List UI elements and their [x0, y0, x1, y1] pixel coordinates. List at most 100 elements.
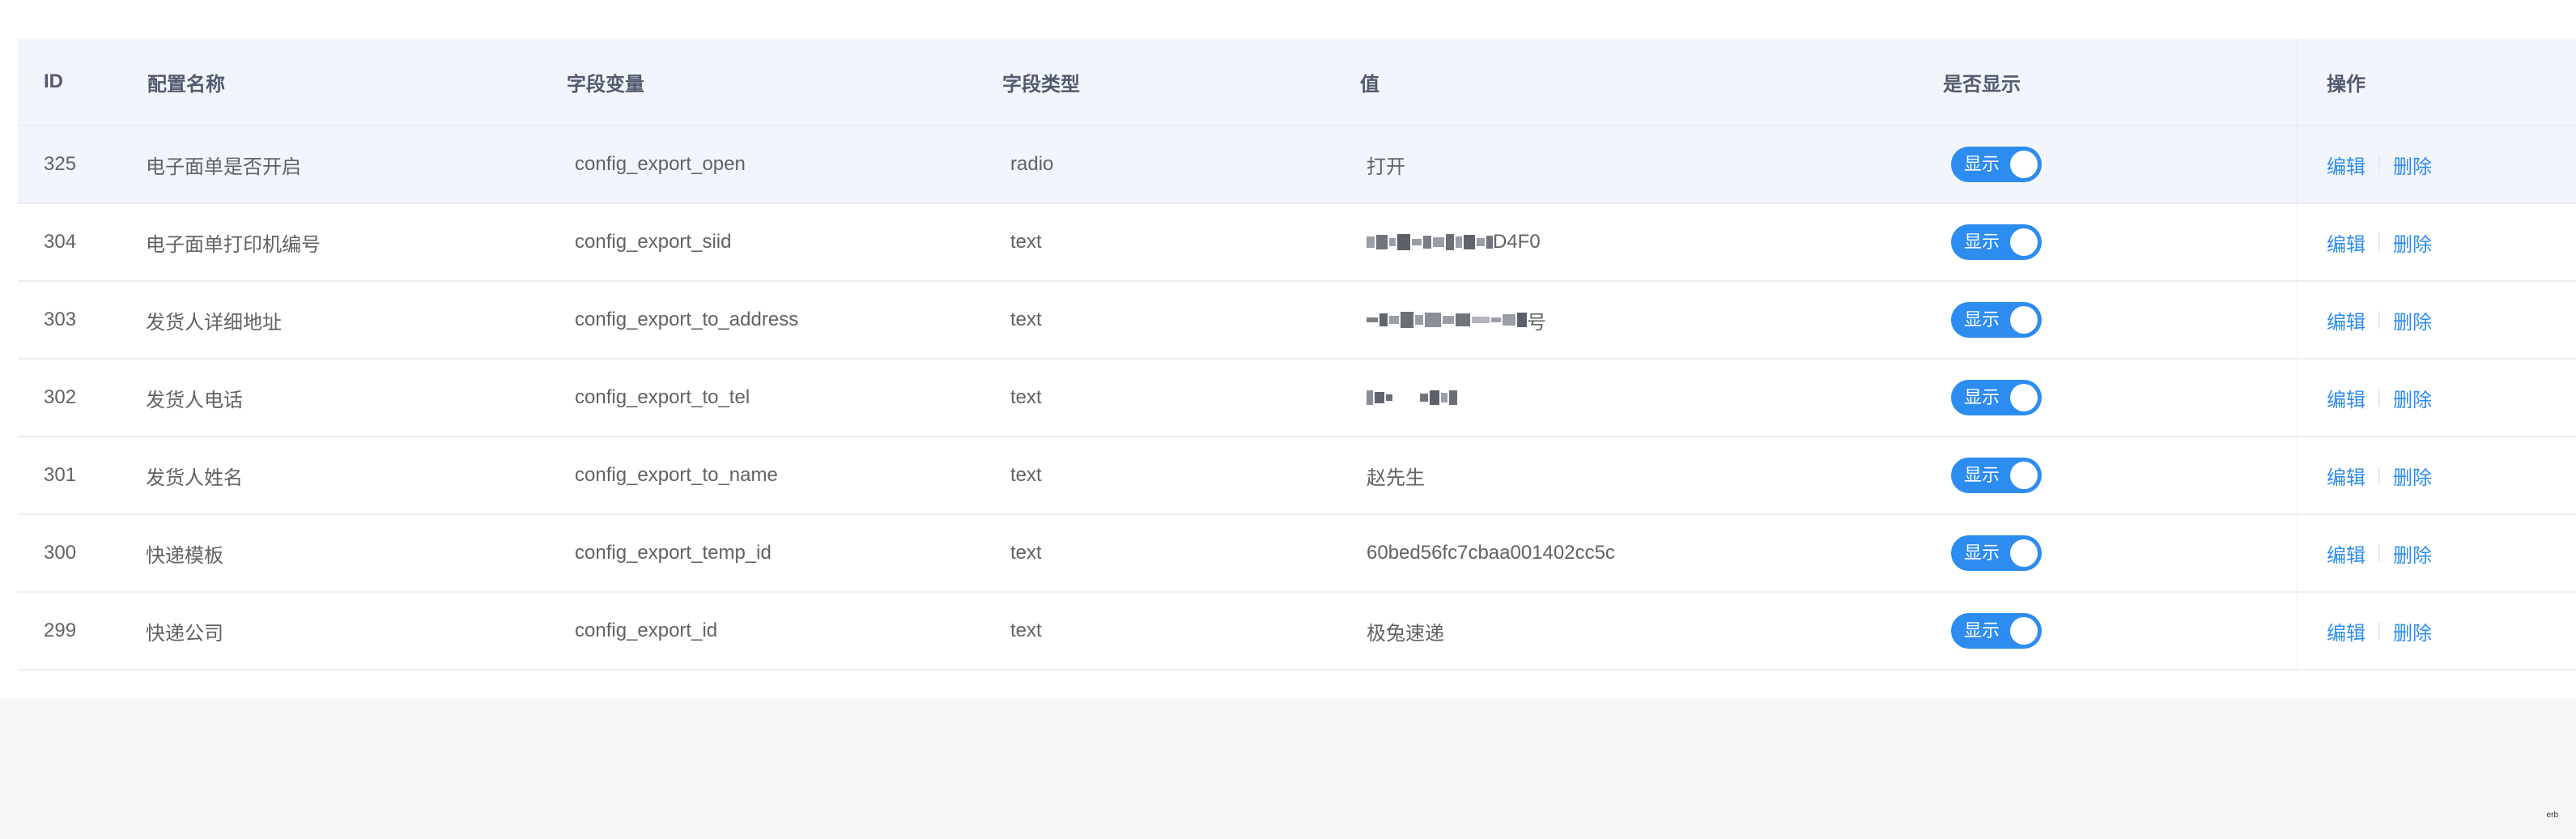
row-id: 302: [44, 386, 77, 408]
delete-link[interactable]: 删除: [2393, 539, 2432, 568]
action-divider: [2378, 389, 2380, 407]
row-field-type: text: [1010, 309, 1042, 330]
display-toggle-label: 显示: [1964, 387, 2000, 407]
display-toggle[interactable]: 显示: [1951, 535, 2042, 571]
row-config-name: 电子面单是否开启: [146, 155, 301, 178]
row-value-visible-suffix: D4F0: [1493, 231, 1541, 253]
row-actions: 编辑 删除: [2327, 126, 2432, 202]
display-toggle[interactable]: 显示: [1951, 613, 2042, 649]
header-display[interactable]: 是否显示: [1943, 39, 2021, 125]
delete-link[interactable]: 删除: [2393, 228, 2432, 257]
row-display-cell: 显示: [1951, 204, 2042, 280]
display-toggle[interactable]: 显示: [1951, 458, 2042, 493]
redacted-pixels: [1367, 232, 1493, 252]
delete-link[interactable]: 删除: [2393, 151, 2432, 179]
fixed-column-divider: [2296, 204, 2299, 280]
row-actions: 编辑 删除: [2327, 515, 2432, 591]
row-value: 极兔速递: [1367, 622, 1444, 645]
fixed-column-divider: [2296, 360, 2299, 436]
row-field-variable: config_export_siid: [575, 231, 732, 253]
fixed-column-divider: [2296, 593, 2299, 669]
row-value: 赵先生: [1367, 466, 1425, 489]
row-display-cell: 显示: [1951, 126, 2042, 202]
row-field-variable: config_export_temp_id: [575, 542, 772, 564]
toggle-knob: [2010, 617, 2038, 645]
fixed-column-divider: [2296, 515, 2299, 591]
header-actions: 操作: [2327, 73, 2366, 96]
row-field-type: text: [1010, 386, 1042, 408]
toggle-knob: [2010, 228, 2038, 256]
header-id[interactable]: ID: [44, 39, 63, 125]
edit-link[interactable]: 编辑: [2327, 462, 2366, 490]
edit-link[interactable]: 编辑: [2327, 228, 2366, 257]
row-field-variable: config_export_open: [575, 153, 746, 175]
header-field-variable[interactable]: 字段变量: [567, 39, 644, 125]
row-id: 301: [44, 464, 77, 486]
header-value[interactable]: 值: [1360, 39, 1379, 125]
row-config-name: 快递公司: [146, 622, 223, 645]
display-toggle[interactable]: 显示: [1951, 147, 2042, 182]
display-toggle-label: 显示: [1964, 620, 2000, 641]
table-row[interactable]: 325 电子面单是否开启 config_export_open radio 打开…: [18, 126, 2576, 204]
row-value: [1367, 360, 1457, 436]
row-actions: 编辑 删除: [2327, 204, 2432, 280]
display-toggle[interactable]: 显示: [1951, 380, 2042, 415]
edit-link[interactable]: 编辑: [2327, 539, 2366, 568]
action-divider: [2378, 311, 2380, 329]
row-display-cell: 显示: [1951, 360, 2042, 436]
display-toggle[interactable]: 显示: [1951, 224, 2042, 260]
edit-link[interactable]: 编辑: [2327, 617, 2366, 645]
row-field-variable: config_export_id: [575, 620, 718, 641]
row-value: D4F0: [1367, 204, 1541, 280]
row-config-name: 电子面单打印机编号: [146, 233, 321, 256]
row-field-type: text: [1010, 620, 1042, 641]
row-display-cell: 显示: [1951, 593, 2042, 669]
row-value: 号: [1367, 282, 1546, 358]
action-divider: [2378, 155, 2380, 173]
table-row[interactable]: 302 发货人电话 config_export_to_tel text 显示 编…: [18, 360, 2576, 437]
row-field-type: text: [1010, 231, 1042, 253]
row-field-type: radio: [1010, 153, 1054, 175]
row-field-type: text: [1010, 464, 1042, 486]
display-toggle-label: 显示: [1964, 232, 2000, 252]
table-header-row: ID 配置名称 字段变量 字段类型 值 是否显示 操作: [18, 39, 2576, 126]
table-row[interactable]: 301 发货人姓名 config_export_to_name text 赵先生…: [18, 437, 2576, 515]
table-row[interactable]: 303 发货人详细地址 config_export_to_address tex…: [18, 282, 2576, 360]
action-divider: [2378, 622, 2380, 640]
delete-link[interactable]: 删除: [2393, 384, 2432, 412]
row-value: 打开: [1367, 155, 1405, 178]
display-toggle-label: 显示: [1964, 465, 2000, 485]
row-id: 303: [44, 309, 77, 330]
table-row[interactable]: 299 快递公司 config_export_id text 极兔速递 显示 编…: [18, 593, 2576, 671]
row-id: 325: [44, 153, 77, 175]
row-value: 60bed56fc7cbaa001402cc5c: [1367, 542, 1615, 564]
delete-link[interactable]: 删除: [2393, 306, 2432, 334]
row-display-cell: 显示: [1951, 515, 2042, 591]
edit-link[interactable]: 编辑: [2327, 384, 2366, 412]
header-config-name[interactable]: 配置名称: [147, 39, 225, 125]
delete-link[interactable]: 删除: [2393, 617, 2432, 645]
row-id: 300: [44, 542, 77, 564]
toggle-knob: [2010, 384, 2038, 411]
config-table-panel: ID 配置名称 字段变量 字段类型 值 是否显示 操作 325 电子面单是否开启…: [0, 0, 2576, 698]
display-toggle-label: 显示: [1964, 543, 2000, 563]
row-value-visible-suffix: 号: [1527, 311, 1546, 334]
table-row[interactable]: 300 快递模板 config_export_temp_id text 60be…: [18, 515, 2576, 593]
redacted-pixels: [1367, 388, 1457, 407]
fixed-column-divider: [2296, 282, 2299, 358]
edit-link[interactable]: 编辑: [2327, 306, 2366, 334]
row-config-name: 发货人电话: [146, 389, 243, 411]
row-display-cell: 显示: [1951, 282, 2042, 358]
row-field-variable: config_export_to_address: [575, 309, 799, 330]
row-field-variable: config_export_to_name: [575, 464, 778, 486]
corner-watermark: erb: [2546, 811, 2558, 820]
table-row[interactable]: 304 电子面单打印机编号 config_export_siid text D4…: [18, 204, 2576, 282]
delete-link[interactable]: 删除: [2393, 462, 2432, 490]
display-toggle[interactable]: 显示: [1951, 302, 2042, 338]
row-actions: 编辑 删除: [2327, 437, 2432, 513]
action-divider: [2378, 233, 2380, 251]
edit-link[interactable]: 编辑: [2327, 151, 2366, 179]
header-field-type[interactable]: 字段类型: [1002, 39, 1080, 125]
row-config-name: 发货人详细地址: [146, 311, 282, 334]
row-field-type: text: [1010, 542, 1042, 564]
